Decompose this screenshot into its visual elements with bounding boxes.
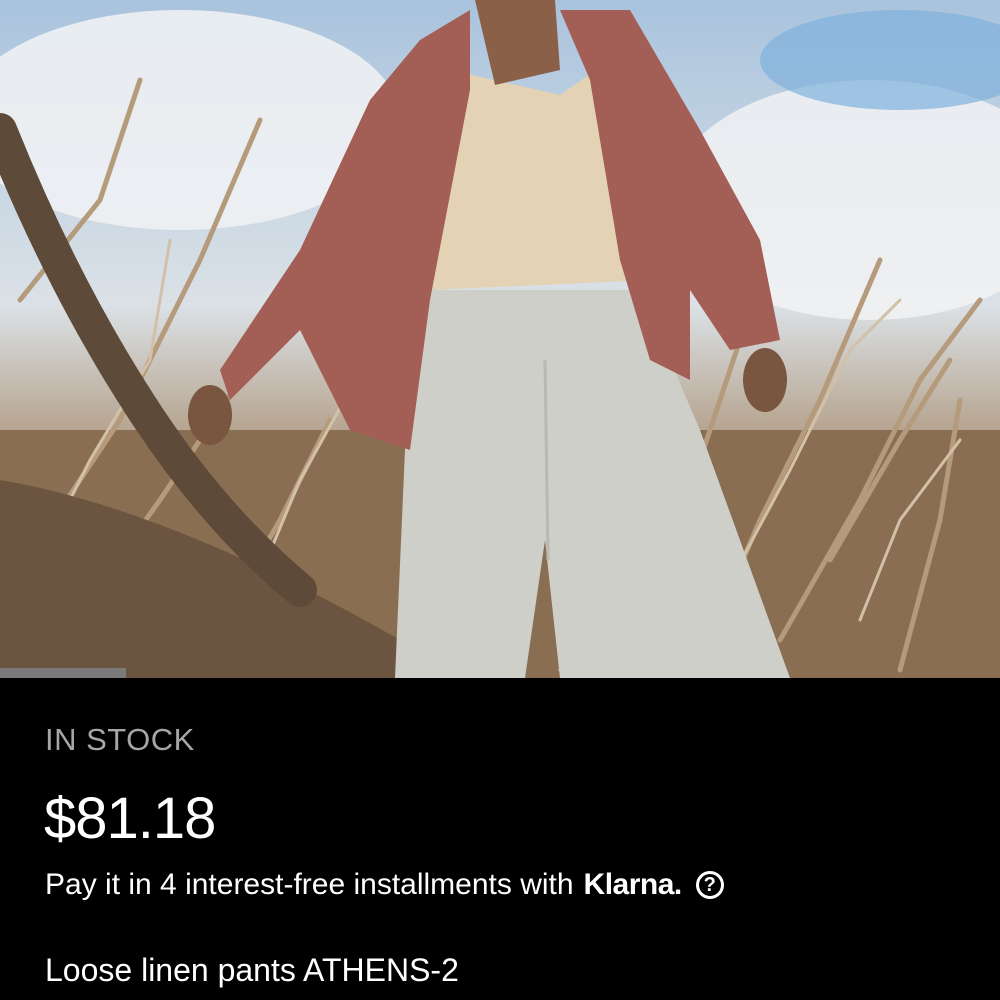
installments-row: Pay it in 4 interest-free installments w…	[45, 868, 724, 902]
gallery-indicator	[0, 668, 126, 678]
installments-text: Pay it in 4 interest-free installments w…	[45, 868, 574, 901]
product-image[interactable]	[0, 0, 1000, 678]
product-title: Loose linen pants ATHENS-2	[45, 952, 459, 988]
klarna-logo: Klarna.	[583, 868, 683, 901]
stock-status: IN STOCK	[45, 722, 195, 757]
question-circle-icon[interactable]: ?	[695, 871, 724, 899]
product-photo	[0, 0, 1000, 678]
product-price: $81.18	[44, 786, 216, 851]
